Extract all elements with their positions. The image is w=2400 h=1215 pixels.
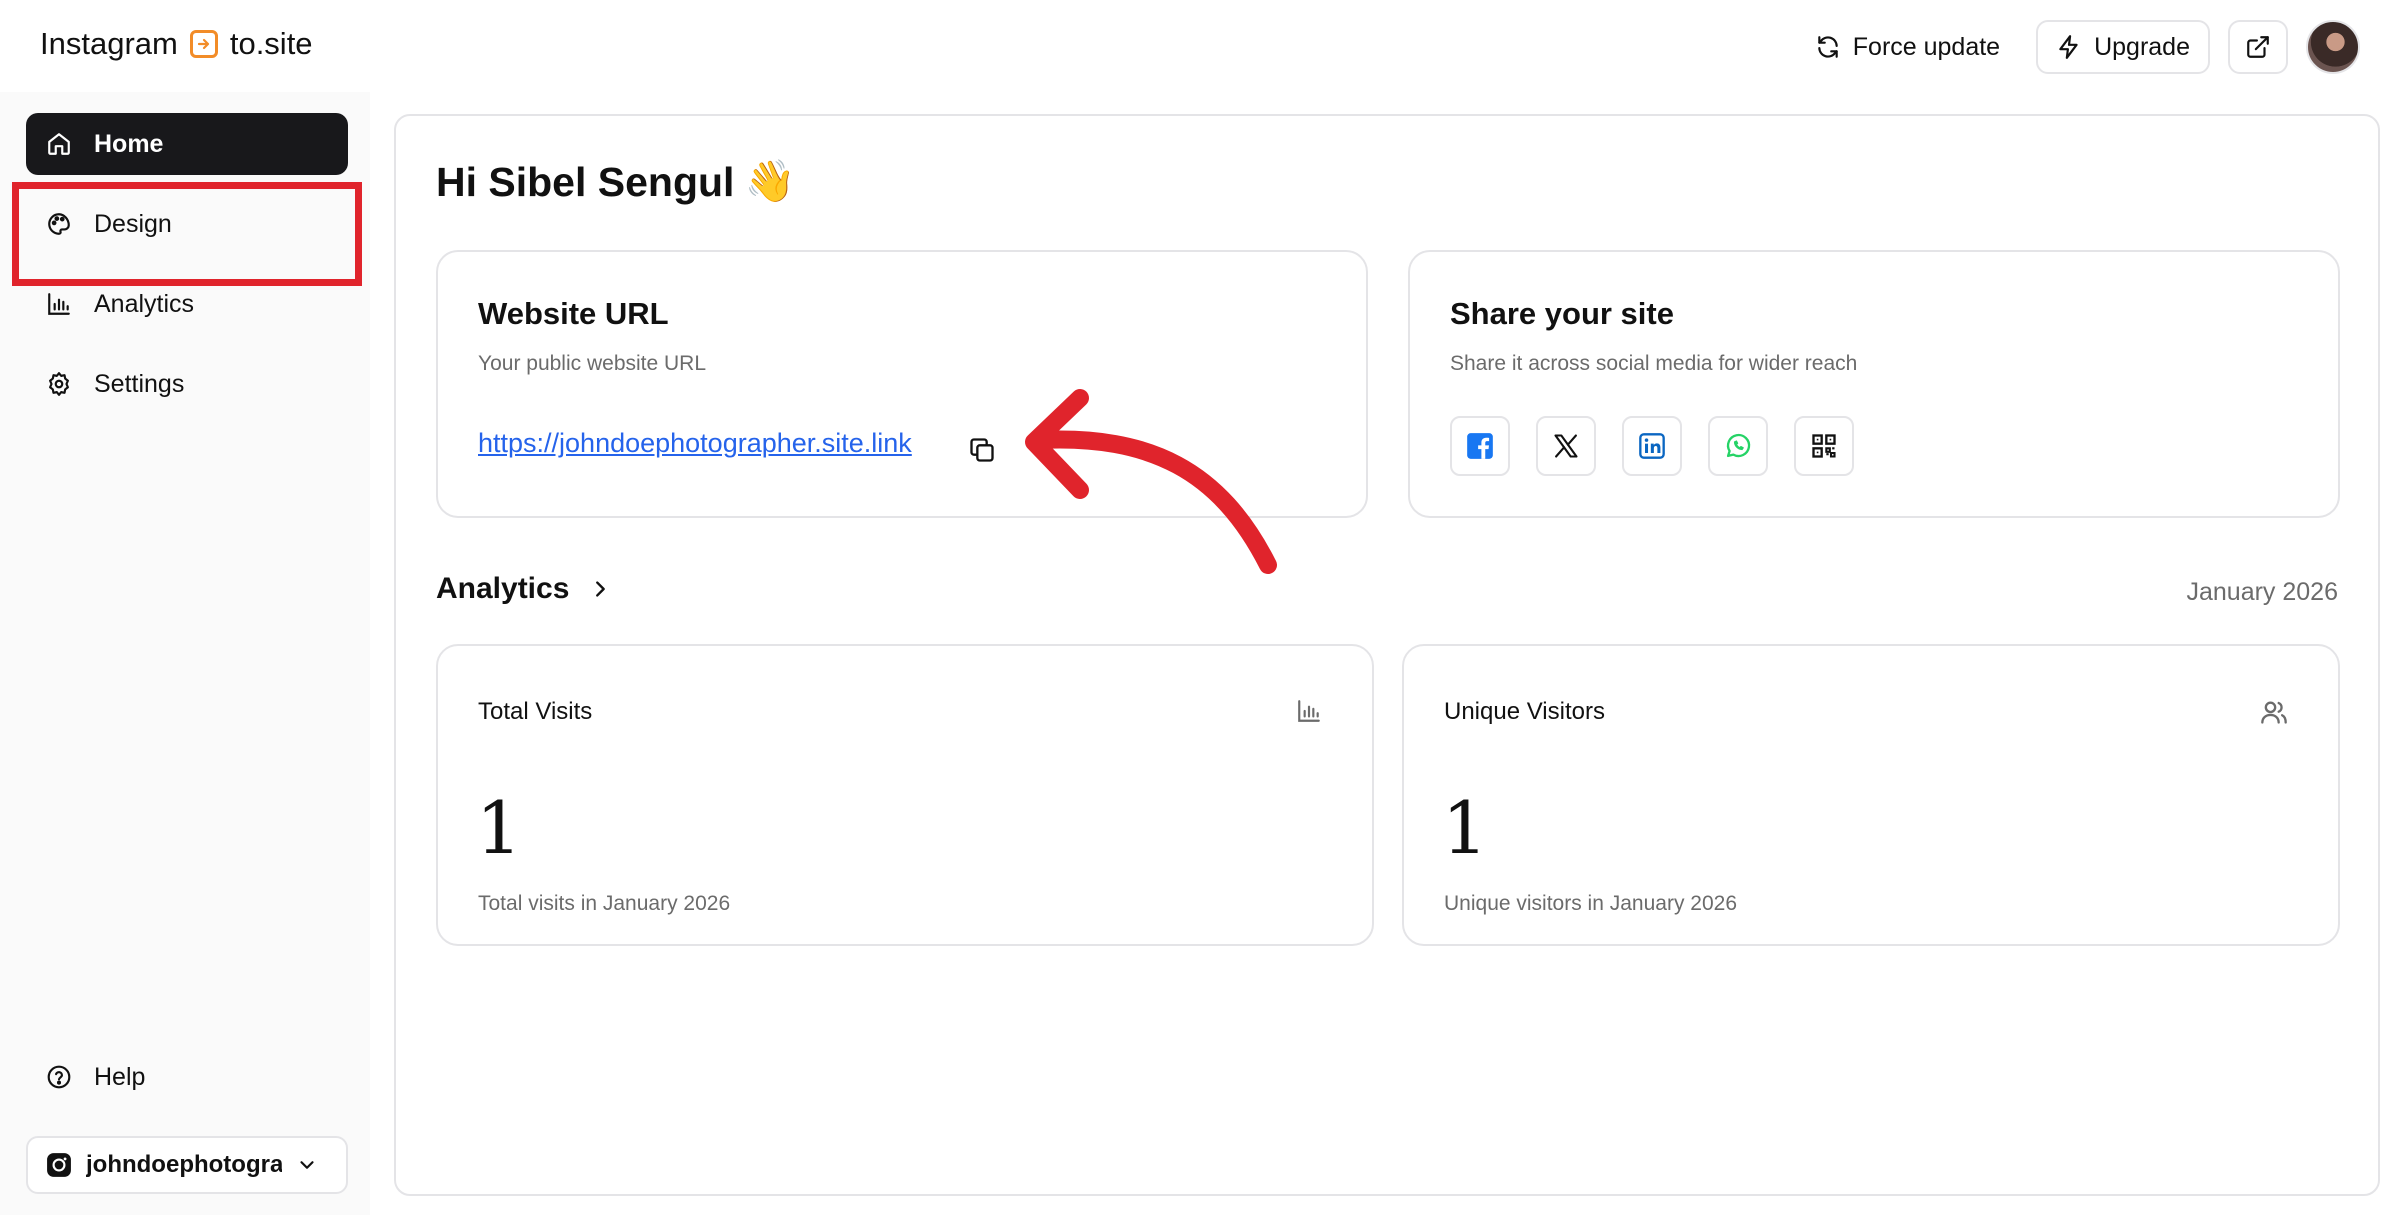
lightning-icon	[2059, 35, 2078, 59]
copy-url-button[interactable]	[964, 432, 1000, 468]
total-visits-title: Total Visits	[478, 698, 593, 725]
bar-chart-icon	[48, 293, 70, 315]
greeting-text: Hi Sibel Sengul	[436, 158, 735, 205]
help-circle-icon	[47, 1065, 71, 1089]
website-url-link[interactable]: https://johndoephotographer.site.link	[478, 428, 912, 459]
header-actions: Force update Upgrade	[1797, 20, 2360, 74]
sidebar-item-settings[interactable]: Settings	[26, 353, 348, 415]
sidebar-item-label: Home	[94, 129, 164, 158]
users-icon	[2260, 698, 2288, 731]
unique-visitors-subtitle: Unique visitors in January 2026	[1444, 892, 1737, 915]
total-visits-card: Total Visits 1 Total visits in January 2…	[436, 644, 1374, 946]
force-update-label: Force update	[1852, 32, 2001, 61]
upgrade-label: Upgrade	[2094, 32, 2190, 61]
share-site-card: Share your site Share it across social m…	[1408, 250, 2340, 518]
share-qr-code-button[interactable]	[1794, 416, 1854, 476]
force-update-button[interactable]: Force update	[1797, 20, 2018, 74]
whatsapp-icon	[1726, 433, 1751, 458]
unique-visitors-card: Unique Visitors 1 Unique visitors in Jan…	[1402, 644, 2340, 946]
sidebar-item-label: Settings	[94, 369, 185, 398]
share-site-title: Share your site	[1450, 296, 1674, 331]
gear-icon	[49, 372, 69, 396]
sidebar-item-analytics[interactable]: Analytics	[26, 273, 348, 335]
facebook-icon	[1467, 433, 1493, 459]
unique-visitors-title: Unique Visitors	[1444, 698, 1605, 725]
share-facebook-button[interactable]	[1450, 416, 1510, 476]
open-site-button[interactable]	[2228, 20, 2288, 74]
external-link-icon	[2247, 36, 2269, 58]
home-icon	[48, 133, 70, 155]
qr-code-icon	[1812, 434, 1836, 458]
chevron-right-icon	[596, 581, 606, 597]
sidebar-item-design[interactable]: Design	[26, 193, 348, 255]
help-button[interactable]: Help	[26, 1046, 348, 1108]
chevron-down-icon	[300, 1161, 314, 1169]
analytics-section-link[interactable]: Analytics	[436, 572, 611, 606]
sidebar-item-label: Analytics	[94, 289, 195, 318]
user-avatar[interactable]	[2306, 20, 2360, 74]
waving-hand-emoji: 👋	[744, 158, 796, 204]
analytics-period: January 2026	[2186, 578, 2338, 606]
x-icon	[1554, 434, 1578, 458]
greeting-heading: Hi Sibel Sengul 👋	[436, 158, 796, 206]
website-url-subtitle: Your public website URL	[478, 352, 707, 375]
share-linkedin-button[interactable]	[1622, 416, 1682, 476]
sidebar-item-home[interactable]: Home	[26, 113, 348, 175]
website-url-title: Website URL	[478, 296, 669, 331]
bar-chart-icon	[1296, 698, 1322, 729]
help-label: Help	[94, 1062, 146, 1091]
sidebar: Home Design Analytics Settings Help john…	[0, 92, 370, 1215]
app-logo[interactable]: Instagram to.site	[40, 22, 313, 66]
palette-icon	[48, 213, 70, 235]
unique-visitors-value: 1	[1442, 786, 1488, 870]
copy-icon	[970, 438, 994, 462]
account-name: johndoephotographer	[86, 1151, 282, 1178]
total-visits-value: 1	[476, 786, 522, 870]
social-share-buttons	[1450, 416, 1854, 476]
sidebar-item-label: Design	[94, 209, 172, 238]
logo-tosite-text: to.site	[229, 26, 313, 61]
instagram-icon	[47, 1153, 71, 1177]
main-panel: Hi Sibel Sengul 👋 Website URL Your publi…	[394, 114, 2380, 1196]
share-x-button[interactable]	[1536, 416, 1596, 476]
top-header: Instagram to.site Force update Upgrade	[0, 0, 2400, 92]
logo-instagram-text: Instagram	[40, 26, 178, 61]
total-visits-subtitle: Total visits in January 2026	[478, 892, 731, 915]
share-whatsapp-button[interactable]	[1708, 416, 1768, 476]
refresh-icon	[1818, 36, 1838, 58]
linkedin-icon	[1639, 433, 1665, 459]
logo-arrow-icon	[189, 30, 218, 58]
website-url-card: Website URL Your public website URL http…	[436, 250, 1368, 518]
analytics-section-title: Analytics	[436, 572, 570, 605]
account-selector[interactable]: johndoephotographer	[26, 1136, 348, 1194]
upgrade-button[interactable]: Upgrade	[2036, 20, 2210, 74]
share-site-subtitle: Share it across social media for wider r…	[1450, 352, 1858, 375]
